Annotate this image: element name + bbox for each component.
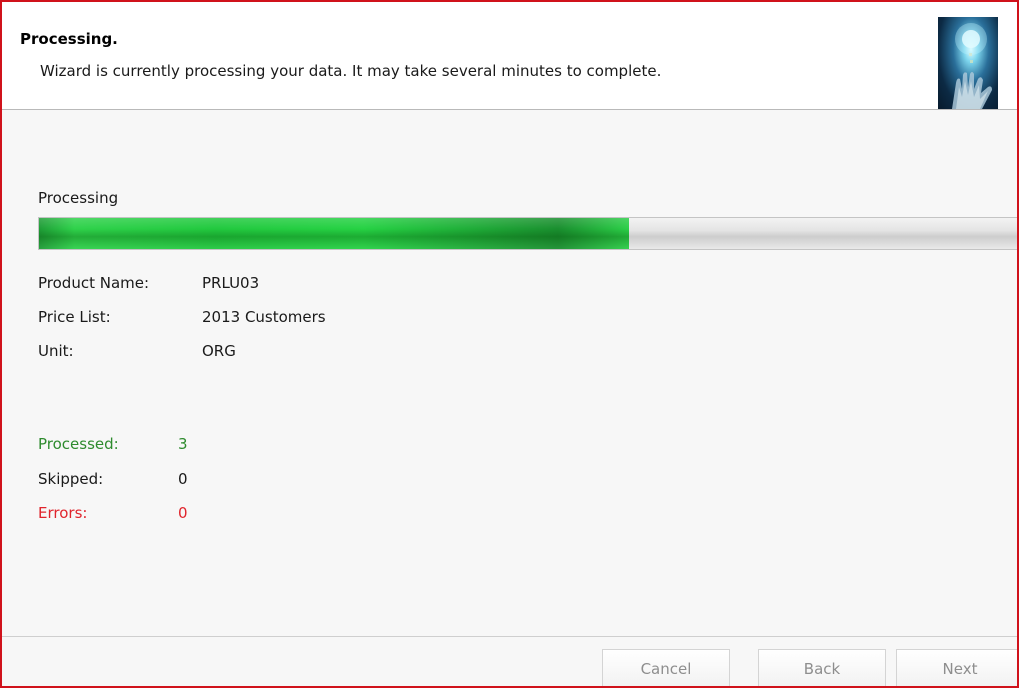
price-list-label: Price List: [38,308,111,326]
errors-label: Errors: [38,504,88,522]
skipped-value: 0 [178,470,188,488]
wizard-window: Processing. Wizard is currently processi… [0,0,1019,688]
header-subtitle: Wizard is currently processing your data… [40,62,662,80]
product-name-label: Product Name: [38,274,150,292]
progress-bar-fill [39,218,629,249]
unit-label: Unit: [38,342,74,360]
processed-value: 3 [178,435,188,453]
skipped-label: Skipped: [38,470,104,488]
glowing-hand-icon [938,17,998,109]
product-name-value: PRLU03 [202,274,260,292]
errors-value: 0 [178,504,188,522]
next-button[interactable]: Next [896,649,1017,686]
header-title: Processing. [20,30,118,48]
cancel-button[interactable]: Cancel [602,649,730,686]
processed-label: Processed: [38,435,119,453]
footer-divider [2,636,1017,637]
back-button[interactable]: Back [758,649,886,686]
progress-label: Processing [38,189,119,207]
unit-value: ORG [202,342,236,360]
wizard-header: Processing. Wizard is currently processi… [2,2,1017,110]
progress-bar [38,217,1017,250]
price-list-value: 2013 Customers [202,308,326,326]
